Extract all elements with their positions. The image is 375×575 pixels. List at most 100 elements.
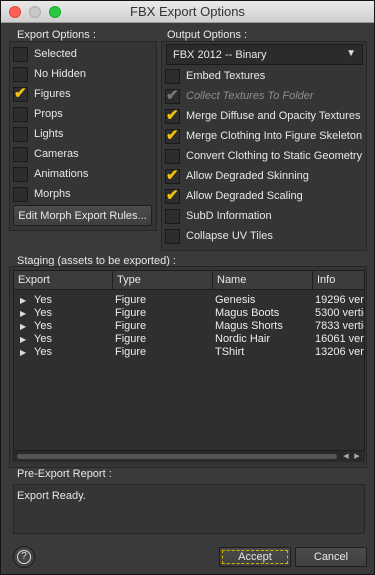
scroll-right-icon[interactable]: ▶ xyxy=(352,452,362,462)
export-option-selected[interactable]: Selected xyxy=(13,45,77,63)
cell-info: 19296 vertices xyxy=(315,294,364,306)
cell-type: Figure xyxy=(115,346,147,358)
expand-row-icon[interactable]: ▶ xyxy=(20,307,26,320)
table-row[interactable]: ▶ Yes Figure TShirt 13206 vertices xyxy=(14,346,364,359)
staging-table[interactable]: Export Type Name Info ▶ Yes Figure Genes… xyxy=(13,270,365,462)
checkmark-icon: ✔ xyxy=(166,126,179,144)
output-option-collapse-uv-tiles[interactable]: Collapse UV Tiles xyxy=(165,227,273,245)
fbx-export-dialog: FBX Export Options Export Options : Sele… xyxy=(0,0,375,575)
cell-name: Nordic Hair xyxy=(215,333,271,345)
cell-type: Figure xyxy=(115,320,147,332)
table-header: Export Type Name Info xyxy=(14,271,364,290)
column-header-export[interactable]: Export xyxy=(14,271,113,290)
checkbox-label: Collapse UV Tiles xyxy=(186,230,273,242)
output-option-degraded-scaling[interactable]: ✔ Allow Degraded Scaling xyxy=(165,187,303,205)
checkbox-label: SubD Information xyxy=(186,210,272,222)
cancel-button[interactable]: Cancel xyxy=(295,547,367,567)
scrollbar-thumb[interactable] xyxy=(17,454,337,459)
cell-info: 16061 vertices xyxy=(315,333,364,345)
checkmark-icon: ✔ xyxy=(14,84,27,102)
table-row[interactable]: ▶ Yes Figure Magus Shorts 7833 vertices xyxy=(14,320,364,333)
checkbox-label: Cameras xyxy=(34,148,79,160)
table-row[interactable]: ▶ Yes Figure Magus Boots 5300 vertices xyxy=(14,307,364,320)
checkbox[interactable]: ✔ xyxy=(165,126,180,144)
output-option-embed-textures[interactable]: Embed Textures xyxy=(165,67,265,85)
cell-info: 5300 vertices xyxy=(315,307,364,319)
checkbox-label: Allow Degraded Scaling xyxy=(186,190,303,202)
export-option-no-hidden[interactable]: No Hidden xyxy=(13,65,86,83)
column-header-name[interactable]: Name xyxy=(213,271,313,290)
edit-morph-export-rules-button[interactable]: Edit Morph Export Rules... xyxy=(13,205,152,226)
dropdown-arrow-icon: ▼ xyxy=(346,48,356,59)
export-option-props[interactable]: Props xyxy=(13,105,63,123)
checkbox[interactable] xyxy=(165,208,180,224)
checkbox[interactable] xyxy=(165,68,180,84)
table-row[interactable]: ▶ Yes Figure Genesis 19296 vertices xyxy=(14,294,364,307)
checkbox[interactable]: ✔ xyxy=(13,84,28,102)
question-circle-icon: ? xyxy=(17,550,31,564)
cell-export: Yes xyxy=(34,307,52,319)
table-row[interactable]: ▶ Yes Figure Nordic Hair 16061 vertices xyxy=(14,333,364,346)
checkbox-label: Selected xyxy=(34,48,77,60)
column-header-type[interactable]: Type xyxy=(113,271,213,290)
cell-name: Magus Boots xyxy=(215,307,280,319)
fbx-format-select[interactable]: FBX 2012 -- Binary ▼ xyxy=(166,44,363,65)
checkbox-label: Embed Textures xyxy=(186,70,266,82)
export-option-cameras[interactable]: Cameras xyxy=(13,145,79,163)
checkmark-icon: ✔ xyxy=(166,166,179,184)
checkbox[interactable] xyxy=(13,126,28,142)
checkbox-label: Merge Diffuse and Opacity Textures xyxy=(186,110,361,122)
help-button[interactable]: ? xyxy=(13,546,35,568)
checkbox-label: No Hidden xyxy=(34,68,86,80)
output-option-convert-clothing[interactable]: Convert Clothing to Static Geometry xyxy=(165,147,362,165)
output-option-degraded-skinning[interactable]: ✔ Allow Degraded Skinning xyxy=(165,167,309,185)
checkbox[interactable] xyxy=(165,148,180,164)
cell-info: 13206 vertices xyxy=(315,346,364,358)
column-header-info[interactable]: Info xyxy=(313,271,364,290)
checkbox-label: Lights xyxy=(34,128,64,140)
checkbox[interactable]: ✔ xyxy=(165,106,180,124)
expand-row-icon[interactable]: ▶ xyxy=(20,294,26,307)
checkbox-label: Props xyxy=(34,108,63,120)
export-option-animations[interactable]: Animations xyxy=(13,165,88,183)
fbx-format-value: FBX 2012 -- Binary xyxy=(173,48,267,61)
checkbox[interactable]: ✔ xyxy=(165,166,180,184)
checkbox[interactable] xyxy=(13,166,28,182)
expand-row-icon[interactable]: ▶ xyxy=(20,320,26,333)
title-bar: FBX Export Options xyxy=(1,1,374,23)
checkbox[interactable] xyxy=(13,106,28,122)
checkbox[interactable] xyxy=(13,186,28,202)
expand-row-icon[interactable]: ▶ xyxy=(20,333,26,346)
cell-info: 7833 vertices xyxy=(315,320,364,332)
report-box: Export Ready. xyxy=(13,484,365,534)
cell-name: Genesis xyxy=(215,294,256,306)
checkbox[interactable] xyxy=(165,228,180,244)
checkmark-icon: ✔ xyxy=(166,86,179,104)
cell-export: Yes xyxy=(34,346,52,358)
scroll-left-icon[interactable]: ◀ xyxy=(341,452,351,462)
checkmark-icon: ✔ xyxy=(166,106,179,124)
checkbox-label: Convert Clothing to Static Geometry xyxy=(186,150,363,162)
export-option-figures[interactable]: ✔ Figures xyxy=(13,85,71,103)
cell-name: TShirt xyxy=(215,346,245,358)
export-option-lights[interactable]: Lights xyxy=(13,125,63,143)
output-option-subd-information[interactable]: SubD Information xyxy=(165,207,272,225)
checkmark-icon: ✔ xyxy=(166,186,179,204)
horizontal-scrollbar[interactable]: ◀ ▶ xyxy=(13,450,365,462)
checkbox[interactable] xyxy=(13,146,28,162)
cell-type: Figure xyxy=(115,294,147,306)
checkbox[interactable]: ✔ xyxy=(165,186,180,204)
cell-export: Yes xyxy=(34,294,52,306)
cell-type: Figure xyxy=(115,307,147,319)
checkbox[interactable] xyxy=(13,66,28,82)
checkbox-label: Allow Degraded Skinning xyxy=(186,170,309,182)
export-options-group: Selected No Hidden ✔ Figures Props Light… xyxy=(9,41,157,231)
cell-name: Magus Shorts xyxy=(215,320,283,332)
checkbox[interactable] xyxy=(13,46,28,62)
output-option-merge-clothing[interactable]: ✔ Merge Clothing Into Figure Skeleton xyxy=(165,127,362,145)
accept-button[interactable]: Accept xyxy=(219,547,291,567)
export-option-morphs[interactable]: Morphs xyxy=(13,185,71,203)
export-options-title: Export Options : xyxy=(17,29,96,41)
expand-row-icon[interactable]: ▶ xyxy=(20,346,26,359)
output-option-merge-diffuse-opacity[interactable]: ✔ Merge Diffuse and Opacity Textures xyxy=(165,107,360,125)
